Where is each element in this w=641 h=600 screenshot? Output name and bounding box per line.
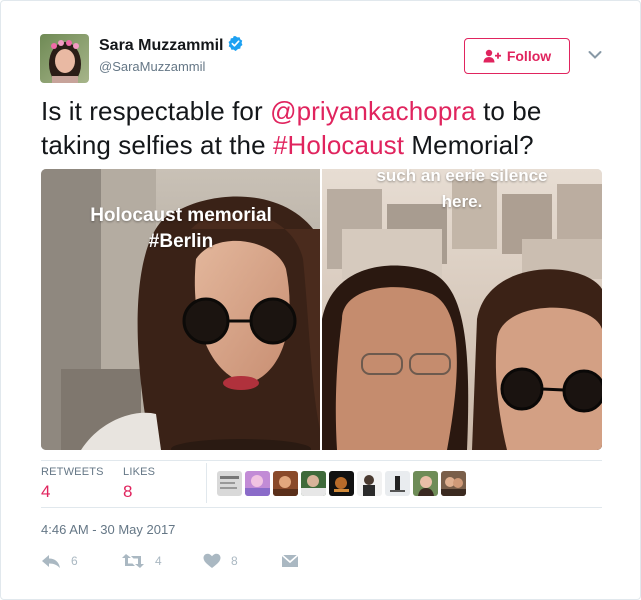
author-name-text[interactable]: Sara Muzzammil <box>99 37 223 54</box>
hashtag-link[interactable]: #Holocaust <box>273 130 404 160</box>
reply-icon <box>41 553 61 569</box>
liker-avatars <box>217 471 466 497</box>
tweet-text-part: Memorial? <box>404 130 534 160</box>
photo-right[interactable]: such an eerie silence here. <box>322 169 602 450</box>
retweet-action[interactable]: 4 <box>121 553 162 569</box>
like-action[interactable]: 8 <box>203 553 238 569</box>
liker-avatar[interactable] <box>441 471 466 496</box>
liker-avatar[interactable] <box>245 471 270 496</box>
envelope-icon <box>281 553 299 569</box>
follow-button[interactable]: Follow <box>464 38 570 74</box>
retweet-count: 4 <box>155 554 162 568</box>
add-user-icon <box>483 49 501 63</box>
likes-count: 8 <box>123 482 133 501</box>
liker-avatar[interactable] <box>413 471 438 496</box>
likes-stat[interactable]: LIKES 8 <box>123 466 155 502</box>
liker-avatar[interactable] <box>273 471 298 496</box>
reply-count: 6 <box>71 554 78 568</box>
tweet-timestamp[interactable]: 4:46 AM - 30 May 2017 <box>41 522 175 537</box>
avatar[interactable] <box>40 34 89 83</box>
retweets-count: 4 <box>41 482 51 501</box>
follow-button-label: Follow <box>506 48 552 64</box>
liker-avatar[interactable] <box>385 471 410 496</box>
tweet-text: Is it respectable for @priyankachopra to… <box>41 94 606 162</box>
photo-left[interactable]: Holocaust memorial #Berlin <box>41 169 320 450</box>
tweet-card: Sara Muzzammil @SaraMuzzammil Follow Is … <box>0 0 641 600</box>
heart-icon <box>203 553 221 569</box>
media-grid: Holocaust memorial #Berlin such an eerie… <box>41 169 602 450</box>
direct-message-action[interactable] <box>281 553 299 569</box>
retweets-stat[interactable]: RETWEETS 4 <box>41 466 104 502</box>
left-caption-line: Holocaust memorial <box>90 205 272 226</box>
like-count: 8 <box>231 554 238 568</box>
author-name[interactable]: Sara Muzzammil <box>99 35 244 57</box>
left-caption: Holocaust memorial #Berlin <box>71 203 291 255</box>
likes-label: LIKES <box>123 466 156 478</box>
left-caption-line: #Berlin <box>148 231 214 252</box>
right-caption: such an eerie silence here. <box>342 169 582 215</box>
stats-separator <box>206 463 207 503</box>
liker-avatar[interactable] <box>329 471 354 496</box>
right-caption-line: here. <box>441 192 483 211</box>
retweet-icon <box>121 553 145 569</box>
liker-avatar[interactable] <box>301 471 326 496</box>
verified-badge-icon <box>227 35 244 57</box>
liker-avatar[interactable] <box>357 471 382 496</box>
chevron-down-icon[interactable] <box>586 46 604 64</box>
stats-divider-bottom <box>41 507 602 508</box>
stats-divider-top <box>41 460 602 461</box>
retweets-label: RETWEETS <box>41 466 104 478</box>
mention-link[interactable]: @priyankachopra <box>270 96 476 126</box>
liker-avatar[interactable] <box>217 471 242 496</box>
tweet-text-part: Is it respectable for <box>41 96 271 126</box>
right-caption-line: such an eerie silence <box>376 169 548 185</box>
author-handle[interactable]: @SaraMuzzammil <box>99 59 205 74</box>
reply-action[interactable]: 6 <box>41 553 78 569</box>
